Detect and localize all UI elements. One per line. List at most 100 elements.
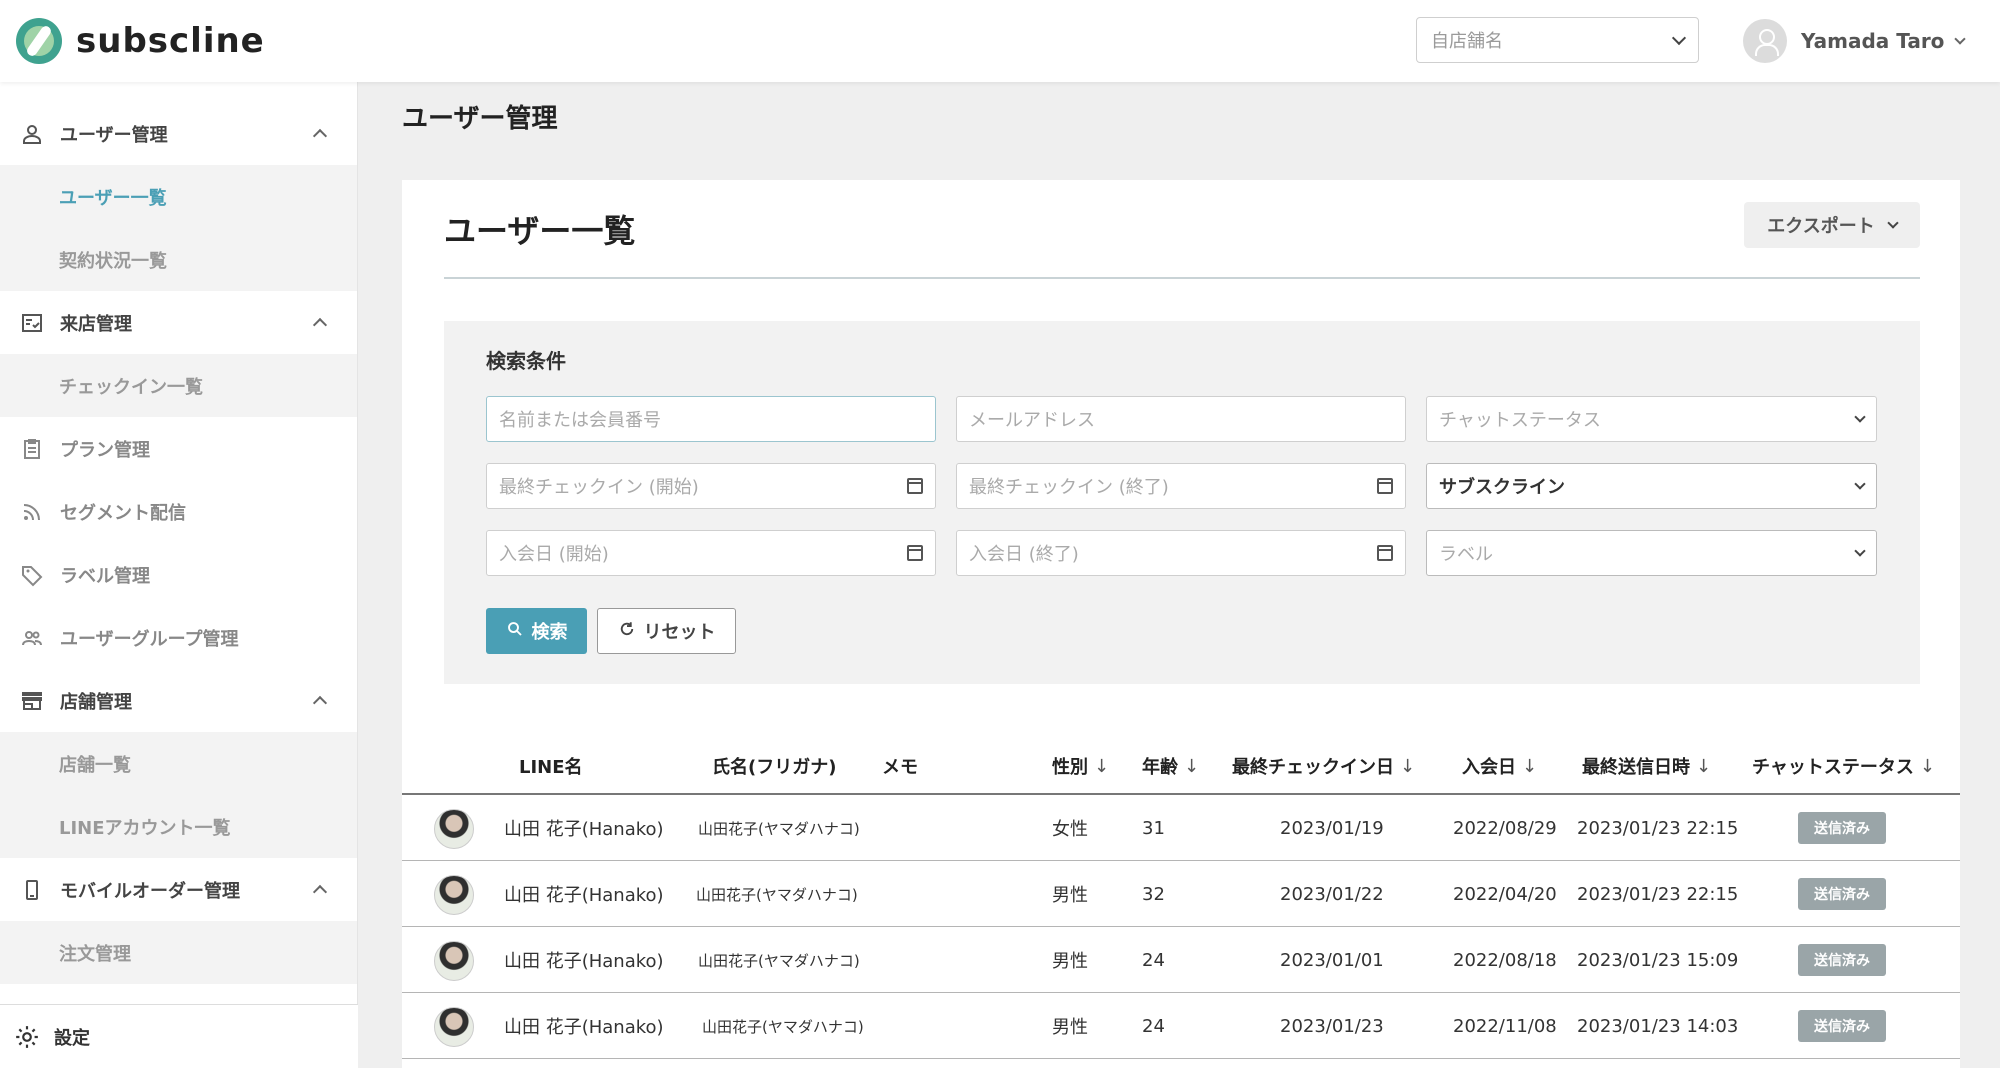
user-list-card: ユーザー一覧 エクスポート 検索条件 名前または会員番号 メールアドレス チャッ… — [402, 180, 1960, 1068]
chevron-down-icon — [1671, 30, 1687, 45]
search-icon — [506, 620, 524, 643]
join-date-start-input[interactable]: 入会日 (開始) — [486, 530, 936, 576]
cell-last-checkin: 2023/01/22 — [1280, 883, 1384, 905]
sidebar-item-line-account-list[interactable]: LINEアカウント一覧 — [0, 795, 357, 858]
sidebar-item-user-group-management[interactable]: ユーザーグループ管理 — [0, 606, 357, 669]
sidebar-item-label: セグメント配信 — [60, 502, 186, 524]
sidebar-item-contract-status[interactable]: 契約状況一覧 — [0, 228, 357, 291]
header-label: 入会日 — [1462, 757, 1516, 778]
sidebar-item-user-list[interactable]: ユーザー一覧 — [0, 165, 357, 228]
cell-join-date: 2022/11/08 — [1453, 1015, 1557, 1037]
sidebar-item-label: 契約状況一覧 — [59, 250, 167, 272]
sidebar-item-label: 注文管理 — [59, 943, 131, 965]
export-button[interactable]: エクスポート — [1744, 202, 1920, 248]
cell-full-name: 山田花子(ヤマダハナコ) — [698, 819, 860, 838]
sort-arrow-icon: ↓ — [1094, 755, 1110, 777]
calendar-icon[interactable] — [1377, 545, 1393, 561]
sidebar-group-visit-management[interactable]: 来店管理 — [0, 291, 357, 354]
reset-button-label: リセット — [643, 622, 716, 643]
logo-mark-icon — [16, 18, 62, 64]
clipboard-icon — [20, 437, 44, 461]
sidebar-group-mobile-order[interactable]: モバイルオーダー管理 — [0, 858, 357, 921]
sidebar-item-settings[interactable]: 設定 — [0, 1004, 358, 1068]
app-header: subscline 自店舗名 Yamada Taro — [0, 0, 2000, 82]
column-header-full-name: 氏名(フリガナ) — [712, 737, 836, 795]
table-row[interactable]: 山田 花子(Hanako) 山田花子(ヤマダハナコ) 男性 24 2023/01… — [402, 927, 1960, 993]
placeholder-text: メールアドレス — [969, 410, 1095, 431]
cell-age: 31 — [1142, 817, 1165, 839]
cell-join-date: 2022/08/29 — [1453, 817, 1557, 839]
join-date-end-input[interactable]: 入会日 (終了) — [956, 530, 1406, 576]
store-select[interactable]: 自店舗名 — [1416, 17, 1699, 63]
column-header-join-date[interactable]: 入会日 ↓ — [1462, 737, 1537, 795]
table-row[interactable]: 山田 花子(Hanako) 山田花子(ヤマダハナコ) 男性 32 2023/01… — [402, 861, 1960, 927]
cell-gender: 男性 — [1052, 885, 1088, 906]
placeholder-text: チャットステータス — [1439, 410, 1601, 431]
email-input[interactable]: メールアドレス — [956, 396, 1406, 442]
column-header-last-checkin[interactable]: 最終チェックイン日 ↓ — [1232, 737, 1415, 795]
chevron-down-icon — [1854, 544, 1866, 557]
logo[interactable]: subscline — [16, 18, 265, 64]
label-select[interactable]: ラベル — [1426, 530, 1877, 576]
cell-line-name: 山田 花子(Hanako) — [504, 1017, 664, 1038]
sidebar-item-segment-delivery[interactable]: セグメント配信 — [0, 480, 357, 543]
search-title: 検索条件 — [486, 349, 566, 373]
sidebar-item-label: プラン管理 — [60, 439, 150, 461]
rss-icon — [20, 500, 44, 524]
cell-join-date: 2022/04/20 — [1453, 883, 1557, 905]
search-button[interactable]: 検索 — [486, 608, 587, 654]
status-badge: 送信済み — [1798, 944, 1886, 976]
column-header-chat-status[interactable]: チャットステータス ↓ — [1752, 737, 1935, 795]
cell-full-name: 山田花子(ヤマダハナコ) — [702, 1017, 864, 1036]
sidebar-group-user-management[interactable]: ユーザー管理 — [0, 102, 357, 165]
sidebar-group-store-management[interactable]: 店舗管理 — [0, 669, 357, 732]
user-avatar — [434, 809, 474, 849]
user-avatar-icon — [1743, 19, 1787, 63]
user-avatar — [434, 1007, 474, 1047]
search-button-label: 検索 — [531, 622, 568, 643]
gear-icon — [14, 1024, 40, 1050]
chevron-up-icon — [312, 128, 328, 144]
column-header-gender[interactable]: 性別 ↓ — [1052, 737, 1109, 795]
line-account-select[interactable]: サブスクライン — [1426, 463, 1877, 509]
sidebar-item-label-management[interactable]: ラベル管理 — [0, 543, 357, 606]
cell-gender: 男性 — [1052, 951, 1088, 972]
cell-last-sent: 2023/01/23 15:09 — [1577, 949, 1739, 971]
chevron-up-icon — [312, 695, 328, 711]
last-checkin-start-input[interactable]: 最終チェックイン (開始) — [486, 463, 936, 509]
chevron-down-icon — [1854, 410, 1866, 423]
sidebar-item-label: チェックイン一覧 — [59, 376, 203, 398]
person-icon — [20, 122, 44, 146]
column-header-memo: メモ — [882, 737, 918, 795]
placeholder-text: 最終チェックイン (終了) — [969, 477, 1169, 498]
header-label: チャットステータス — [1752, 757, 1914, 778]
sidebar-item-label: 店舗一覧 — [59, 754, 131, 776]
placeholder-text: 最終チェックイン (開始) — [499, 477, 699, 498]
header-label: 最終チェックイン日 — [1232, 757, 1394, 778]
sidebar-item-plan-management[interactable]: プラン管理 — [0, 417, 357, 480]
column-header-age[interactable]: 年齢 ↓ — [1142, 737, 1199, 795]
placeholder-text: ラベル — [1439, 544, 1493, 565]
cell-chat-status: 送信済み — [1798, 993, 1886, 1059]
status-badge: 送信済み — [1798, 812, 1886, 844]
table-row[interactable]: 山田 花子(Hanako) 山田花子(ヤマダハナコ) 男性 24 2023/01… — [402, 993, 1960, 1059]
cell-chat-status: 送信済み — [1798, 795, 1886, 861]
status-badge: 送信済み — [1798, 1010, 1886, 1042]
mobile-icon — [20, 878, 44, 902]
reset-button[interactable]: リセット — [597, 608, 736, 654]
cell-join-date: 2022/08/18 — [1453, 949, 1557, 971]
chat-status-select[interactable]: チャットステータス — [1426, 396, 1877, 442]
sidebar-item-checkin-list[interactable]: チェックイン一覧 — [0, 354, 357, 417]
sidebar-item-store-list[interactable]: 店舗一覧 — [0, 732, 357, 795]
header-label: 年齢 — [1142, 757, 1178, 778]
calendar-icon[interactable] — [907, 545, 923, 561]
sidebar-item-order-management[interactable]: 注文管理 — [0, 921, 357, 984]
column-header-last-sent[interactable]: 最終送信日時 ↓ — [1582, 737, 1711, 795]
name-or-member-number-input[interactable]: 名前または会員番号 — [486, 396, 936, 442]
user-menu[interactable]: Yamada Taro — [1743, 19, 1967, 63]
calendar-icon[interactable] — [907, 478, 923, 494]
table-row[interactable]: 山田 花子(Hanako) 山田花子(ヤマダハナコ) 女性 31 2023/01… — [402, 795, 1960, 861]
calendar-icon[interactable] — [1377, 478, 1393, 494]
checklist-icon — [20, 311, 44, 335]
last-checkin-end-input[interactable]: 最終チェックイン (終了) — [956, 463, 1406, 509]
